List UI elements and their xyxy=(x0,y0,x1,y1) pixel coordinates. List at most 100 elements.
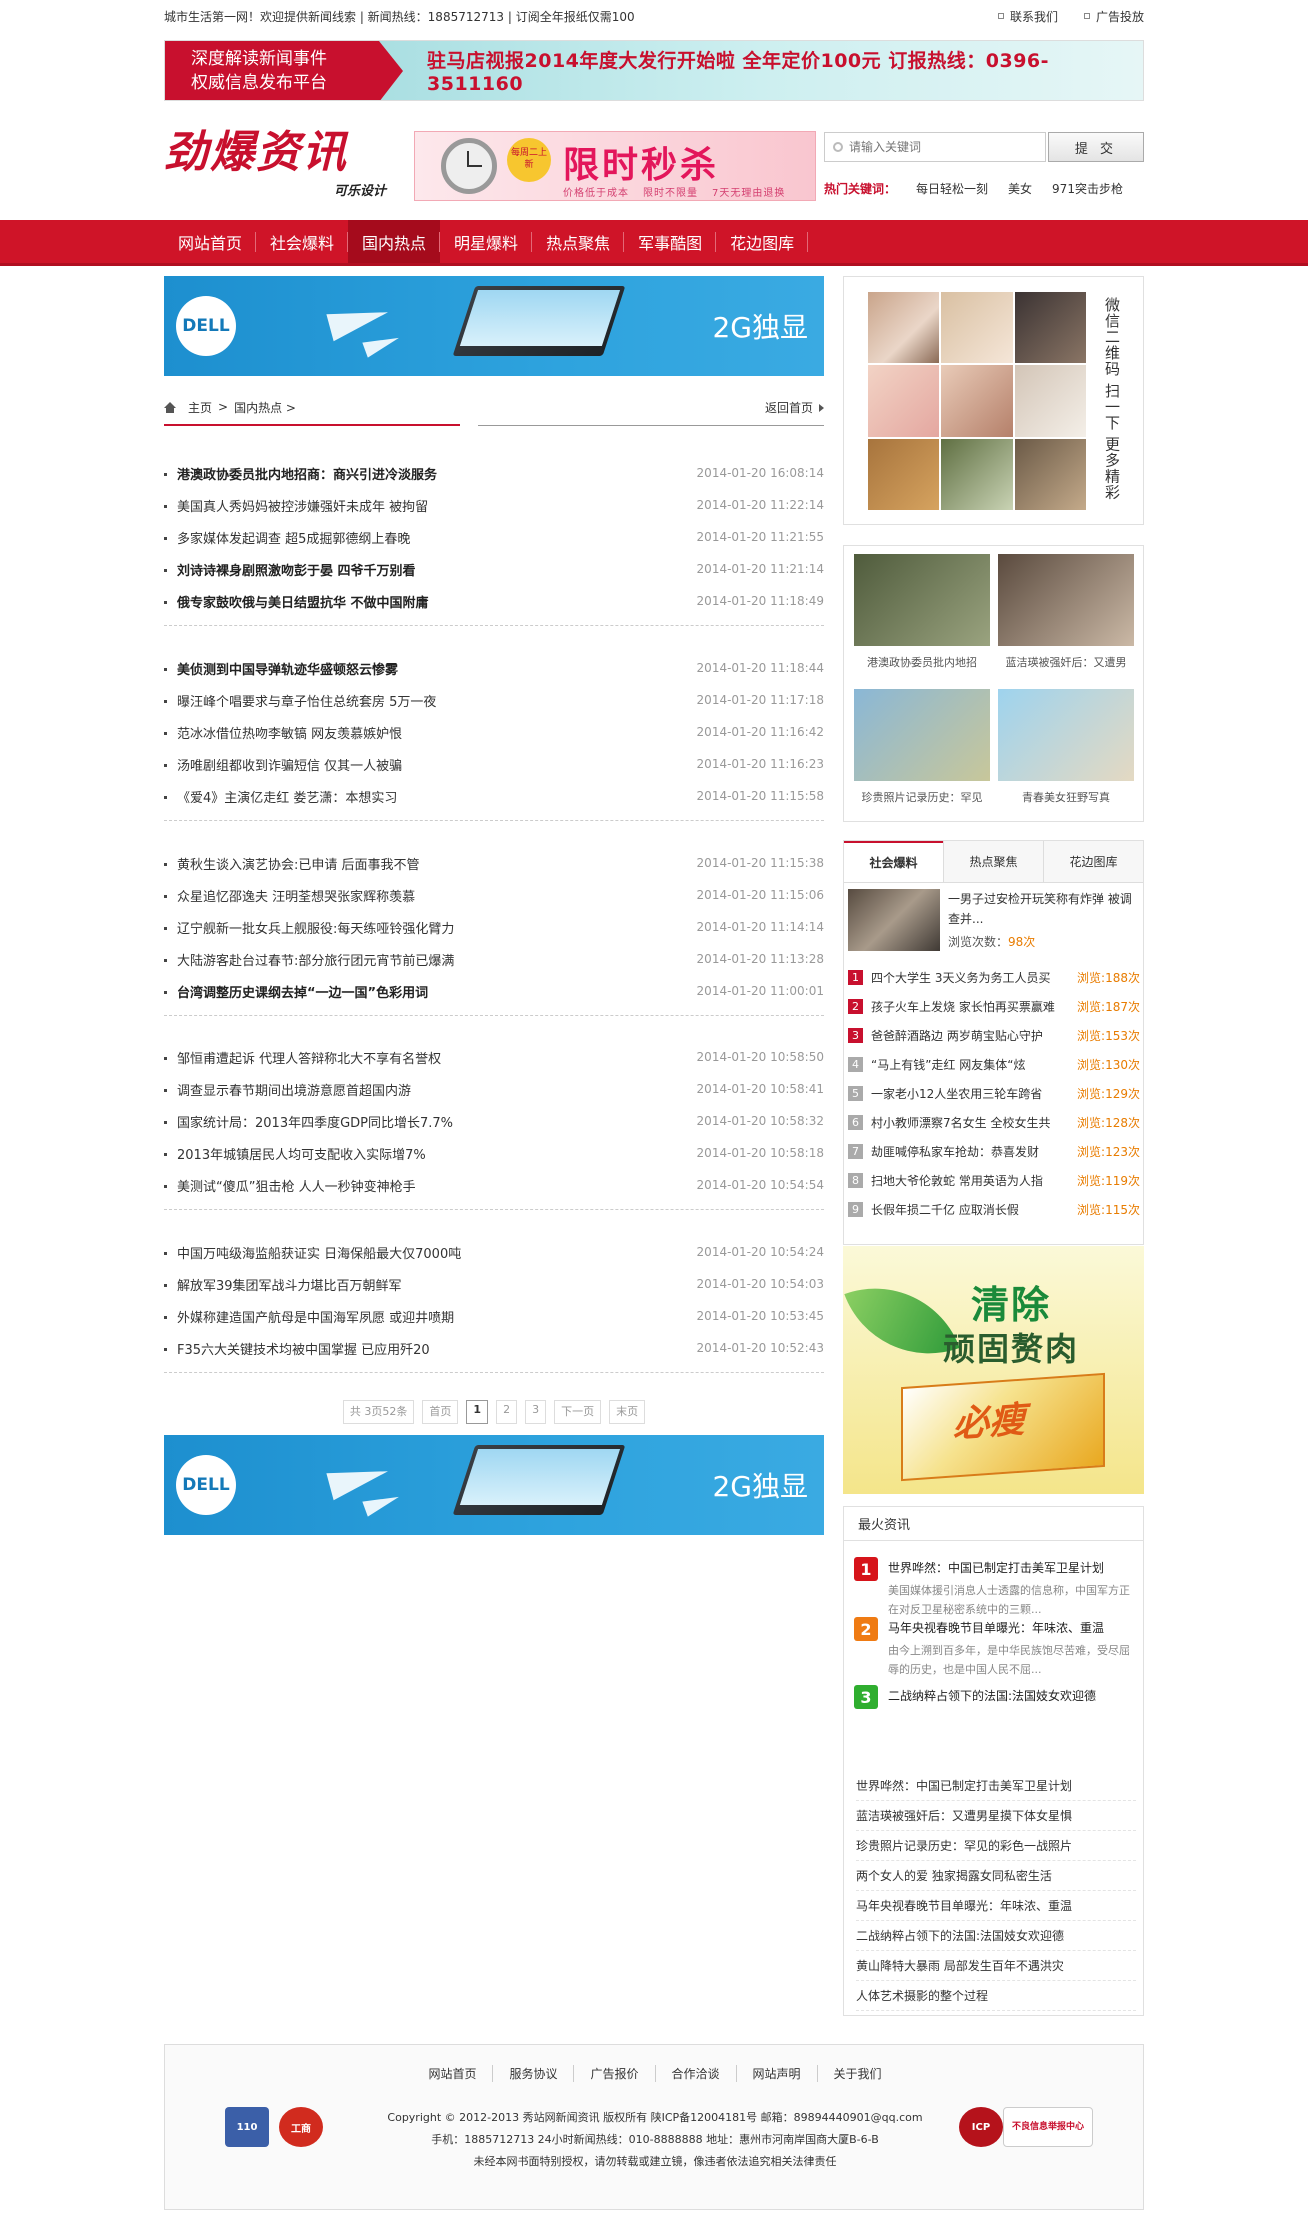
news-row[interactable]: 解放军39集团军战斗力堪比百万朝鲜军 2014-01-20 10:54:03 xyxy=(164,1268,824,1300)
news-row[interactable]: 美测试“傻瓜”狙击枪 人人一秒钟变神枪手 2014-01-20 10:54:54 xyxy=(164,1169,824,1201)
contact-link[interactable]: 联系我们 xyxy=(997,8,1058,25)
news-row[interactable]: 调查显示春节期间出境游意愿首超国内游 2014-01-20 10:58:41 xyxy=(164,1073,824,1105)
ranking-item[interactable]: 7 劫匪喊停私家车抢劫：恭喜发财 浏览:123次 xyxy=(848,1137,1140,1166)
photo-news-item[interactable]: 港澳政协委员批内地招 xyxy=(854,554,990,670)
breadcrumb-current[interactable]: 国内热点 > xyxy=(234,399,296,416)
news-title[interactable]: 调查显示春节期间出境游意愿首超国内游 xyxy=(164,1080,411,1099)
hottest-list-item[interactable]: 珍贵照片记录历史：罕见的彩色一战照片 xyxy=(856,1831,1136,1861)
tab-focus[interactable]: 热点聚焦 xyxy=(943,841,1043,882)
pager-first[interactable]: 首页 xyxy=(422,1400,459,1424)
wechat-qr-box[interactable]: 微信二维码 扫一下 更多精彩 xyxy=(843,276,1144,525)
nav-item-home[interactable]: 网站首页 xyxy=(164,220,257,263)
hottest-list-item[interactable]: 两个女人的爱 独家揭露女同私密生活 xyxy=(856,1861,1136,1891)
hottest-list-item[interactable]: 世界哗然：中国已制定打击美军卫星计划 xyxy=(856,1771,1136,1801)
search-box[interactable] xyxy=(824,132,1046,162)
news-title[interactable]: 多家媒体发起调查 超5成掘郭德纲上春晚 xyxy=(164,528,410,547)
nav-item-focus[interactable]: 热点聚焦 xyxy=(532,220,625,263)
news-row[interactable]: 大陆游客赴台过春节:部分旅行团元宵节前已爆满 2014-01-20 11:13:2… xyxy=(164,943,824,975)
news-row[interactable]: 美国真人秀妈妈被控涉嫌强奸未成年 被拘留 2014-01-20 11:22:14 xyxy=(164,489,824,521)
nav-item-domestic[interactable]: 国内热点 xyxy=(348,220,441,263)
news-row[interactable]: 外媒称建造国产航母是中国海军夙愿 或迎井喷期 2014-01-20 10:53:4… xyxy=(164,1300,824,1332)
news-row[interactable]: 曝汪峰个唱要求与章子怡住总统套房 5万一夜 2014-01-20 11:17:18 xyxy=(164,684,824,716)
hottest-list-item[interactable]: 马年央视春晚节目单曝光：年味浓、重温 xyxy=(856,1891,1136,1921)
hot-keyword-link[interactable]: 971突击步枪 xyxy=(1052,180,1123,197)
pager-last[interactable]: 末页 xyxy=(609,1400,646,1424)
news-title[interactable]: 曝汪峰个唱要求与章子怡住总统套房 5万一夜 xyxy=(164,691,436,710)
search-input[interactable] xyxy=(849,140,1029,154)
news-row[interactable]: 港澳政协委员批内地招商：商兴引进冷淡服务 2014-01-20 16:08:14 xyxy=(164,457,824,489)
ranking-item[interactable]: 4 “马上有钱”走红 网友集体“炫 浏览:130次 xyxy=(848,1050,1140,1079)
ranking-item[interactable]: 8 扫地大爷伦敦蛇 常用英语为人指 浏览:119次 xyxy=(848,1166,1140,1195)
ranking-item[interactable]: 1 四个大学生 3天义务为务工人员买 浏览:188次 xyxy=(848,963,1140,992)
nav-item-gallery[interactable]: 花边图库 xyxy=(716,220,809,263)
hot-keyword-link[interactable]: 每日轻松一刻 xyxy=(916,180,988,197)
footer-link[interactable]: 网站首页 xyxy=(412,2065,494,2082)
ads-link[interactable]: 广告投放 xyxy=(1083,8,1144,25)
ranking-item[interactable]: 5 一家老小12人坐农用三轮车跨省 浏览:129次 xyxy=(848,1079,1140,1108)
ranking-item[interactable]: 2 孩子火车上发烧 家长怕再买票赢难 浏览:187次 xyxy=(848,992,1140,1021)
news-title[interactable]: 美国真人秀妈妈被控涉嫌强奸未成年 被拘留 xyxy=(164,496,428,515)
news-row[interactable]: 刘诗诗裸身剧照激吻彭于晏 四爷千万别看 2014-01-20 11:21:14 xyxy=(164,553,824,585)
news-row[interactable]: 辽宁舰新一批女兵上舰服役:每天练哑铃强化臂力 2014-01-20 11:14:1… xyxy=(164,911,824,943)
news-title[interactable]: 美测试“傻瓜”狙击枪 人人一秒钟变神枪手 xyxy=(164,1176,416,1195)
commerce-badge-icon[interactable]: 工商 xyxy=(279,2107,323,2147)
dell-ad-bottom[interactable]: DELL 2G独显 xyxy=(164,1435,824,1535)
footer-link[interactable]: 关于我们 xyxy=(818,2065,898,2082)
news-row[interactable]: 中国万吨级海监船获证实 日海保船最大仅7000吨 2014-01-20 10:54… xyxy=(164,1236,824,1268)
pager-next[interactable]: 下一页 xyxy=(554,1400,602,1424)
news-row[interactable]: 邹恒甫遭起诉 代理人答辩称北大不享有名誉权 2014-01-20 10:58:50 xyxy=(164,1041,824,1073)
news-row[interactable]: 多家媒体发起调查 超5成掘郭德纲上春晚 2014-01-20 11:21:55 xyxy=(164,521,824,553)
news-title[interactable]: 美侦测到中国导弹轨迹华盛顿怒云惨雾 xyxy=(164,659,398,678)
news-row[interactable]: 汤唯剧组都收到诈骗短信 仅其一人被骗 2014-01-20 11:16:23 xyxy=(164,748,824,780)
news-title[interactable]: 刘诗诗裸身剧照激吻彭于晏 四爷千万别看 xyxy=(164,560,416,579)
hot-keyword-link[interactable]: 美女 xyxy=(1008,180,1032,197)
tab-social[interactable]: 社会爆料 xyxy=(844,841,943,882)
pager-page-3[interactable]: 3 xyxy=(525,1400,547,1424)
nav-item-celebrity[interactable]: 明星爆料 xyxy=(440,220,533,263)
news-row[interactable]: 《爱4》主演亿走红 娄艺潇：本想实习 2014-01-20 11:15:58 xyxy=(164,780,824,812)
top-banner-ad[interactable]: 深度解读新闻事件 权威信息发布平台 驻马店视报2014年度大发行开始啦 全年定价… xyxy=(164,40,1144,101)
news-row[interactable]: 黄秋生谈入演艺协会:已申请 后面事我不管 2014-01-20 11:15:38 xyxy=(164,847,824,879)
nav-item-military[interactable]: 军事酷图 xyxy=(624,220,717,263)
hottest-list-item[interactable]: 二战纳粹占领下的法国:法国妓女欢迎德 xyxy=(856,1921,1136,1951)
news-title[interactable]: 台湾调整历史课纲去掉“一边一国”色彩用词 xyxy=(164,982,428,1001)
news-title[interactable]: 解放军39集团军战斗力堪比百万朝鲜军 xyxy=(164,1275,402,1294)
tab-gallery[interactable]: 花边图库 xyxy=(1043,841,1143,882)
footer-link[interactable]: 服务协议 xyxy=(493,2065,575,2082)
icp-badge-icon[interactable]: ICP xyxy=(959,2107,1003,2147)
news-title[interactable]: F35六大关键技术均被中国掌握 已应用歼20 xyxy=(164,1339,430,1358)
news-title[interactable]: 中国万吨级海监船获证实 日海保船最大仅7000吨 xyxy=(164,1243,461,1262)
report-center-badge-icon[interactable]: 不良信息举报中心 xyxy=(1003,2107,1093,2147)
photo-news-item[interactable]: 青春美女狂野写真 xyxy=(998,689,1134,805)
news-row[interactable]: F35六大关键技术均被中国掌握 已应用歼20 2014-01-20 10:52:4… xyxy=(164,1332,824,1364)
news-row[interactable]: 众星追忆邵逸夫 汪明荃想哭张家辉称羡慕 2014-01-20 11:15:06 xyxy=(164,879,824,911)
nav-item-social[interactable]: 社会爆料 xyxy=(256,220,349,263)
dell-ad-top[interactable]: DELL 2G独显 xyxy=(164,276,824,376)
breadcrumb-home[interactable]: 主页 xyxy=(188,399,212,416)
news-title[interactable]: 俄专家鼓吹俄与美日结盟抗华 不做中国附庸 xyxy=(164,592,429,611)
news-title[interactable]: 汤唯剧组都收到诈骗短信 仅其一人被骗 xyxy=(164,755,402,774)
news-title[interactable]: 《爱4》主演亿走红 娄艺潇：本想实习 xyxy=(164,787,397,806)
news-row[interactable]: 美侦测到中国导弹轨迹华盛顿怒云惨雾 2014-01-20 11:18:44 xyxy=(164,652,824,684)
news-row[interactable]: 台湾调整历史课纲去掉“一边一国”色彩用词 2014-01-20 11:00:01 xyxy=(164,975,824,1007)
footer-link[interactable]: 广告报价 xyxy=(574,2065,656,2082)
news-row[interactable]: 2013年城镇居民人均可支配收入实际增7% 2014-01-20 10:58:18 xyxy=(164,1137,824,1169)
site-logo[interactable]: 劲爆资讯 可乐设计 xyxy=(164,128,396,200)
pager-page-2[interactable]: 2 xyxy=(496,1400,518,1424)
police-badge-icon[interactable]: 110 xyxy=(225,2107,269,2147)
news-title[interactable]: 港澳政协委员批内地招商：商兴引进冷淡服务 xyxy=(164,464,437,483)
pager-page-1[interactable]: 1 xyxy=(466,1400,489,1424)
search-submit-button[interactable]: 提 交 xyxy=(1048,132,1144,162)
news-title[interactable]: 邹恒甫遭起诉 代理人答辩称北大不享有名誉权 xyxy=(164,1048,441,1067)
news-title[interactable]: 辽宁舰新一批女兵上舰服役:每天练哑铃强化臂力 xyxy=(164,918,454,937)
ranking-item[interactable]: 6 村小教师漂察7名女生 全校女生共 浏览:128次 xyxy=(848,1108,1140,1137)
ranking-item[interactable]: 9 长假年损二千亿 应取消长假 浏览:115次 xyxy=(848,1195,1140,1224)
news-title[interactable]: 众星追忆邵逸夫 汪明荃想哭张家辉称羡慕 xyxy=(164,886,415,905)
news-title[interactable]: 范冰冰借位热吻李敏镐 网友羡慕嫉妒恨 xyxy=(164,723,402,742)
news-title[interactable]: 黄秋生谈入演艺协会:已申请 后面事我不管 xyxy=(164,854,420,873)
news-title[interactable]: 2013年城镇居民人均可支配收入实际增7% xyxy=(164,1144,426,1163)
slimming-ad[interactable]: 清除 顽固赘肉 必瘦 xyxy=(843,1246,1144,1494)
hottest-list-item[interactable]: 黄山降特大暴雨 局部发生百年不遇洪灾 xyxy=(856,1951,1136,1981)
news-title[interactable]: 外媒称建造国产航母是中国海军夙愿 或迎井喷期 xyxy=(164,1307,454,1326)
hottest-list-item[interactable]: 蓝洁瑛被强奸后：又遭男星摸下体女星惧 xyxy=(856,1801,1136,1831)
